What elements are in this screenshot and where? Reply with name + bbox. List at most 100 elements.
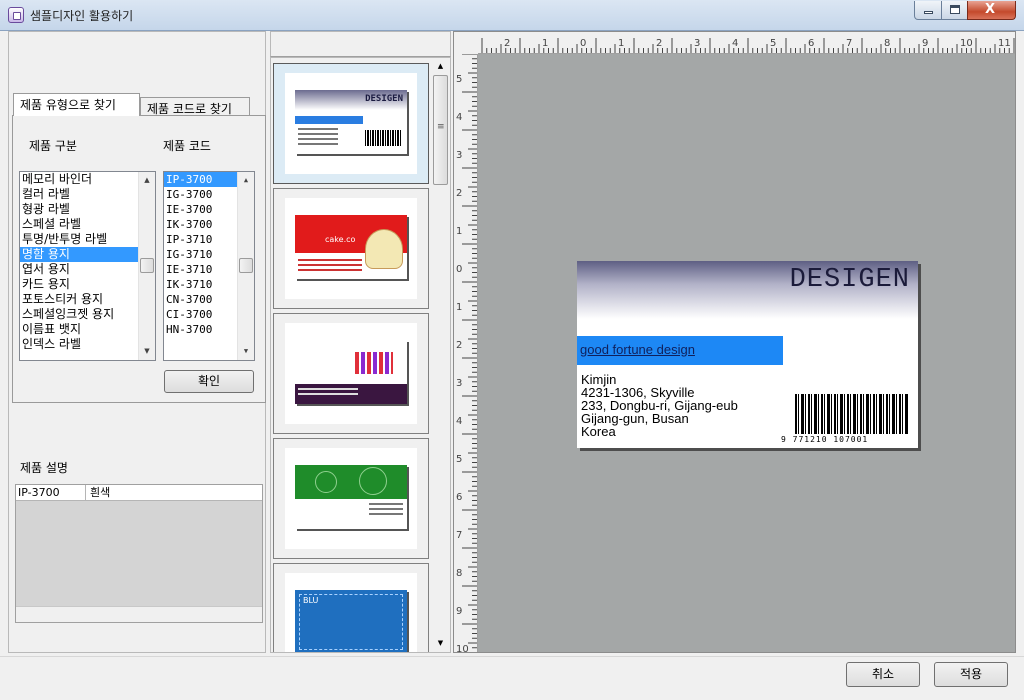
ruler-label: 4: [456, 416, 462, 427]
card-preview: [295, 340, 407, 404]
thumbnail-design-2[interactable]: cake.co: [273, 188, 429, 309]
ruler-label: 1: [456, 302, 462, 313]
ruler-label: 8: [456, 568, 462, 579]
card-address[interactable]: 4231-1306, Skyville 233, Dongbu-ri, Gija…: [581, 386, 738, 438]
maximize-icon: [950, 5, 960, 14]
card-barcode[interactable]: [795, 394, 908, 434]
ruler-label: 1: [542, 38, 548, 49]
ruler-label: 7: [456, 530, 462, 541]
ruler-label: 4: [732, 38, 738, 49]
scroll-up-icon[interactable]: ▲: [139, 172, 155, 189]
ruler-label: 2: [456, 340, 462, 351]
thumbnail-text: DESIGEN: [365, 94, 403, 104]
ruler-label: 0: [580, 38, 586, 49]
scroll-thumb[interactable]: [433, 75, 448, 185]
close-button[interactable]: X: [967, 1, 1016, 20]
ruler-label: 5: [456, 454, 462, 465]
scroll-up-icon[interactable]: ▲: [433, 58, 448, 75]
category-item[interactable]: 스페셜잉크젯 용지: [20, 307, 155, 322]
ruler-label: 1: [456, 226, 462, 237]
category-item[interactable]: 스페셜 라벨: [20, 217, 155, 232]
ruler-label: 3: [456, 378, 462, 389]
ruler-label: 3: [694, 38, 700, 49]
scroll-thumb[interactable]: [140, 258, 154, 273]
ruler-label: 0: [456, 264, 462, 275]
card-slogan[interactable]: good fortune design: [580, 342, 695, 357]
category-listbox[interactable]: 메모리 바인더 컬러 라벨 형광 라벨 스페셜 라벨 투명/반투명 라벨 명함 용지 엽서 …: [19, 171, 156, 361]
thumbnail-frame: [285, 323, 417, 424]
category-item[interactable]: 엽서 용지: [20, 262, 155, 277]
ruler-ticks: 54321012345678910: [456, 53, 477, 653]
ruler-label: 7: [846, 38, 852, 49]
category-item[interactable]: 카드 용지: [20, 277, 155, 292]
scroll-thumb[interactable]: [239, 258, 253, 273]
ruler-label: 6: [808, 38, 814, 49]
scroll-down-icon[interactable]: ▼: [139, 343, 155, 360]
ruler-corner: [454, 32, 478, 54]
scroll-down-icon[interactable]: ▼: [433, 635, 448, 652]
cake-image: [365, 229, 403, 269]
thumbnail-scrollbar[interactable]: ▲ ▼: [431, 58, 450, 652]
card-address-line: Korea: [581, 424, 616, 439]
close-icon: X: [985, 2, 996, 17]
card-title[interactable]: DESIGEN: [790, 265, 910, 295]
ruler-label: 9: [456, 606, 462, 617]
category-item[interactable]: 포토스티커 용지: [20, 292, 155, 307]
description-table: IP-3700 흰색: [15, 484, 263, 623]
pencils-image: [355, 352, 393, 374]
table-footer: [16, 606, 262, 622]
ruler-label: 2: [504, 38, 510, 49]
footer-bar: 취소 적용: [0, 656, 1024, 700]
thumbnail-design-3[interactable]: [273, 313, 429, 434]
category-item[interactable]: 컬러 라벨: [20, 187, 155, 202]
ruler-label: 6: [456, 492, 462, 503]
minimize-icon: [924, 11, 933, 14]
code-scrollbar[interactable]: ▲ ▼: [237, 172, 254, 360]
business-card[interactable]: DESIGEN good fortune design Kimjin 4231-…: [577, 261, 918, 448]
ruler-label: 4: [456, 112, 462, 123]
category-item[interactable]: 이름표 뱃지: [20, 322, 155, 337]
scroll-down-icon[interactable]: ▼: [238, 343, 254, 360]
category-scrollbar[interactable]: ▲ ▼: [138, 172, 155, 360]
thumbnail-design-5[interactable]: BLU: [273, 563, 429, 652]
category-item[interactable]: 투명/반투명 라벨: [20, 232, 155, 247]
barcode-number: 9 771210 107001: [781, 435, 869, 444]
app-icon: [8, 7, 24, 23]
thumbnail-design-1[interactable]: DESIGEN: [273, 63, 429, 184]
thumbnail-frame: [285, 448, 417, 549]
thumbnail-text: cake.co: [325, 235, 356, 244]
thumbnail-list: DESIGEN cake.co BLU ▲ ≡ ▼: [270, 57, 451, 653]
thumbnail-text: BLU: [303, 596, 319, 605]
category-item[interactable]: 형광 라벨: [20, 202, 155, 217]
window-title: 샘플디자인 활용하기: [30, 9, 134, 23]
ruler-label: 2: [456, 188, 462, 199]
category-item[interactable]: 명함 용지: [20, 247, 155, 262]
scroll-up-icon[interactable]: ▲: [238, 172, 254, 189]
design-canvas[interactable]: 2 1 0 1 2 3 4 5 6 7 8 9 10 11 5 4 3 2 1 0 1 2 3 4 5 6 7 8 9 10 DESIG…: [453, 31, 1016, 653]
thumbnail-design-4[interactable]: [273, 438, 429, 559]
search-panel: 제품 유형으로 찾기 제품 코드로 찾기 제품 구분 제품 코드 메모리 바인더…: [8, 31, 266, 653]
code-listbox[interactable]: IP-3700 IG-3700 IE-3700 IK-3700 IP-3710 IG-37…: [163, 171, 255, 361]
card-preview: cake.co: [295, 215, 407, 279]
apply-button[interactable]: 적용: [934, 662, 1008, 687]
ruler-label: 10: [960, 38, 973, 49]
maximize-button[interactable]: [941, 1, 968, 20]
title-bar: 샘플디자인 활용하기 X: [0, 0, 1024, 31]
category-item[interactable]: 인덱스 라벨: [20, 337, 155, 352]
description-title: 제품 설명: [20, 461, 68, 475]
ruler-label: 10: [456, 644, 469, 653]
category-item[interactable]: 메모리 바인더: [20, 172, 155, 187]
ruler-label: 11: [998, 38, 1011, 49]
thumbnail-frame: cake.co: [285, 198, 417, 299]
code-label: 제품 코드: [163, 139, 211, 153]
description-color: 흰색: [90, 486, 111, 499]
cancel-button[interactable]: 취소: [846, 662, 920, 687]
tab-content: 제품 구분 제품 코드 메모리 바인더 컬러 라벨 형광 라벨 스페셜 라벨 투명/반투…: [12, 115, 266, 403]
confirm-button[interactable]: 확인: [164, 370, 254, 393]
tab-search-by-type[interactable]: 제품 유형으로 찾기: [13, 93, 140, 116]
minimize-button[interactable]: [914, 1, 942, 20]
category-label: 제품 구분: [29, 139, 77, 153]
vertical-ruler: 5 4 3 2 1 0 1 2 3 4 5 6 7 8 9 10: [454, 53, 478, 653]
thumbnail-frame: DESIGEN: [285, 73, 417, 174]
ruler-label: 9: [922, 38, 928, 49]
